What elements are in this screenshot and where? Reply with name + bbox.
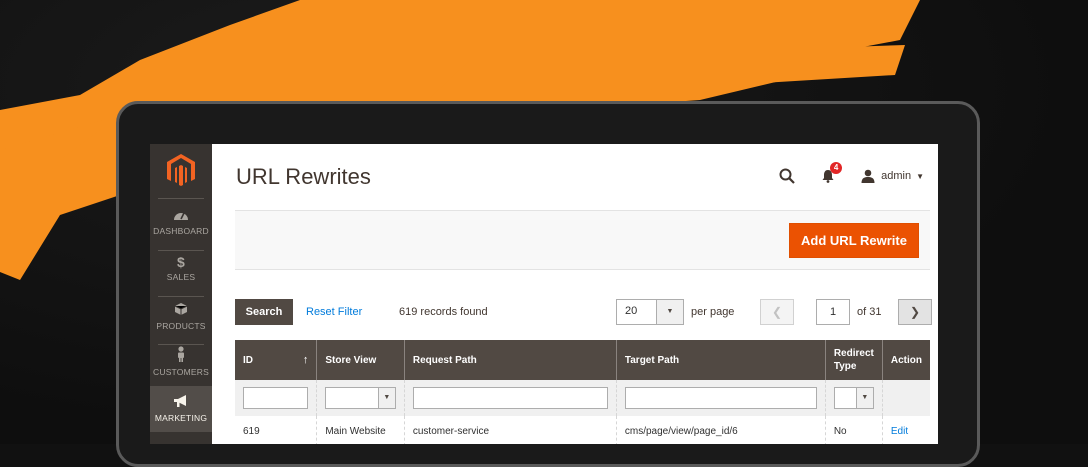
chevron-down-icon: ▼ (656, 300, 683, 324)
nav-label: CUSTOMERS (153, 367, 209, 377)
chevron-left-icon: ❮ (771, 305, 783, 319)
table-row[interactable]: 619 Main Website customer-service cms/pa… (235, 416, 930, 444)
per-page-value: 20 (625, 305, 638, 317)
cell-id: 619 (243, 425, 260, 437)
nav-divider (158, 296, 204, 297)
sidebar: DASHBOARD $ SALES PRODUCTS CUSTOMERS MAR… (150, 144, 212, 444)
nav-item-dashboard[interactable]: DASHBOARD (150, 208, 212, 248)
caret-down-icon: ▼ (916, 171, 924, 181)
search-button[interactable]: Search (235, 299, 293, 325)
next-page-button[interactable]: ❯ (898, 299, 932, 325)
column-label: Action (890, 354, 922, 366)
filter-cell (615, 380, 826, 416)
store-view-filter-select[interactable]: ▼ (325, 387, 396, 409)
nav-label: SALES (166, 272, 196, 282)
nav-item-customers[interactable]: CUSTOMERS (150, 346, 212, 386)
previous-page-button[interactable]: ❮ (760, 299, 794, 325)
nav-label: MARKETING (154, 413, 208, 423)
chevron-right-icon: ❯ (909, 305, 921, 319)
magento-logo (167, 154, 195, 186)
column-label: Target Path (624, 354, 680, 366)
page-actions-bar: Add URL Rewrite (235, 210, 930, 270)
filter-cell: ▼ (824, 380, 883, 416)
cube-icon (150, 302, 212, 319)
request-path-filter-input[interactable] (412, 387, 608, 409)
nav-item-marketing[interactable]: MARKETING (150, 386, 212, 432)
column-header-redirect-type[interactable]: Redirect Type (824, 340, 883, 380)
filter-cell (235, 380, 317, 416)
notification-count-badge: 4 (830, 162, 843, 174)
nav-divider (158, 198, 204, 199)
dollar-icon: $ (177, 254, 185, 270)
column-label: ID (243, 354, 253, 366)
column-header-target-path[interactable]: Target Path (615, 340, 826, 380)
chevron-down-icon: ▼ (855, 388, 873, 408)
cell-store-view: Main Website (316, 416, 405, 444)
megaphone-icon (150, 394, 212, 411)
column-label: Redirect Type (833, 348, 874, 372)
grid-header-row: ID ↑ Store View Request Path Target Path… (235, 340, 930, 380)
main-content: URL Rewrites 4 admin ▼ Add URL Rewrite S… (212, 144, 938, 444)
cell-target-path: cms/page/view/page_id/6 (615, 416, 826, 444)
per-page-select[interactable]: 20 ▼ (616, 299, 684, 325)
user-menu[interactable]: admin ▼ (861, 169, 924, 183)
edit-link[interactable]: Edit (881, 416, 930, 444)
filter-cell (881, 380, 930, 416)
records-count: 619 records found (399, 306, 488, 318)
cell-request-path: customer-service (403, 416, 617, 444)
per-page-label: per page (691, 306, 735, 318)
add-url-rewrite-button[interactable]: Add URL Rewrite (789, 223, 919, 258)
page-title: URL Rewrites (236, 164, 371, 189)
person-icon (150, 346, 212, 365)
user-name: admin (881, 170, 912, 182)
filter-cell: ▼ (316, 380, 405, 416)
user-icon (861, 169, 875, 183)
header-actions: 4 admin ▼ (779, 162, 924, 186)
column-header-id[interactable]: ID ↑ (235, 340, 317, 380)
column-header-action: Action (881, 340, 930, 380)
column-label: Store View (325, 354, 377, 366)
nav-item-sales[interactable]: $ SALES (150, 254, 212, 294)
dashboard-icon (150, 208, 212, 224)
page-count-label: of 31 (857, 306, 882, 318)
search-icon[interactable] (779, 168, 795, 184)
column-label: Request Path (412, 354, 477, 366)
sort-arrow-icon: ↑ (302, 353, 309, 366)
chevron-down-icon: ▼ (377, 388, 395, 408)
id-filter-input[interactable] (243, 387, 309, 409)
page-number-input[interactable]: 1 (816, 299, 850, 325)
grid-toolbar: Search Reset Filter 619 records found 20… (235, 299, 932, 325)
nav-label: PRODUCTS (156, 321, 206, 331)
nav-divider (158, 344, 204, 345)
filter-row: ▼ ▼ (235, 380, 930, 416)
cell-redirect-type: No (824, 416, 883, 444)
reset-filter-link[interactable]: Reset Filter (306, 306, 362, 318)
column-header-request-path[interactable]: Request Path (403, 340, 617, 380)
url-rewrites-grid: ID ↑ Store View Request Path Target Path… (235, 340, 930, 444)
target-path-filter-input[interactable] (624, 387, 817, 409)
notifications-button[interactable]: 4 (821, 162, 843, 183)
nav-label: DASHBOARD (153, 226, 209, 236)
filter-cell (403, 380, 617, 416)
admin-screen: DASHBOARD $ SALES PRODUCTS CUSTOMERS MAR… (150, 144, 938, 444)
redirect-type-filter-select[interactable]: ▼ (833, 387, 874, 409)
nav-divider (158, 250, 204, 251)
nav-item-products[interactable]: PRODUCTS (150, 302, 212, 342)
column-header-store-view[interactable]: Store View (316, 340, 405, 380)
